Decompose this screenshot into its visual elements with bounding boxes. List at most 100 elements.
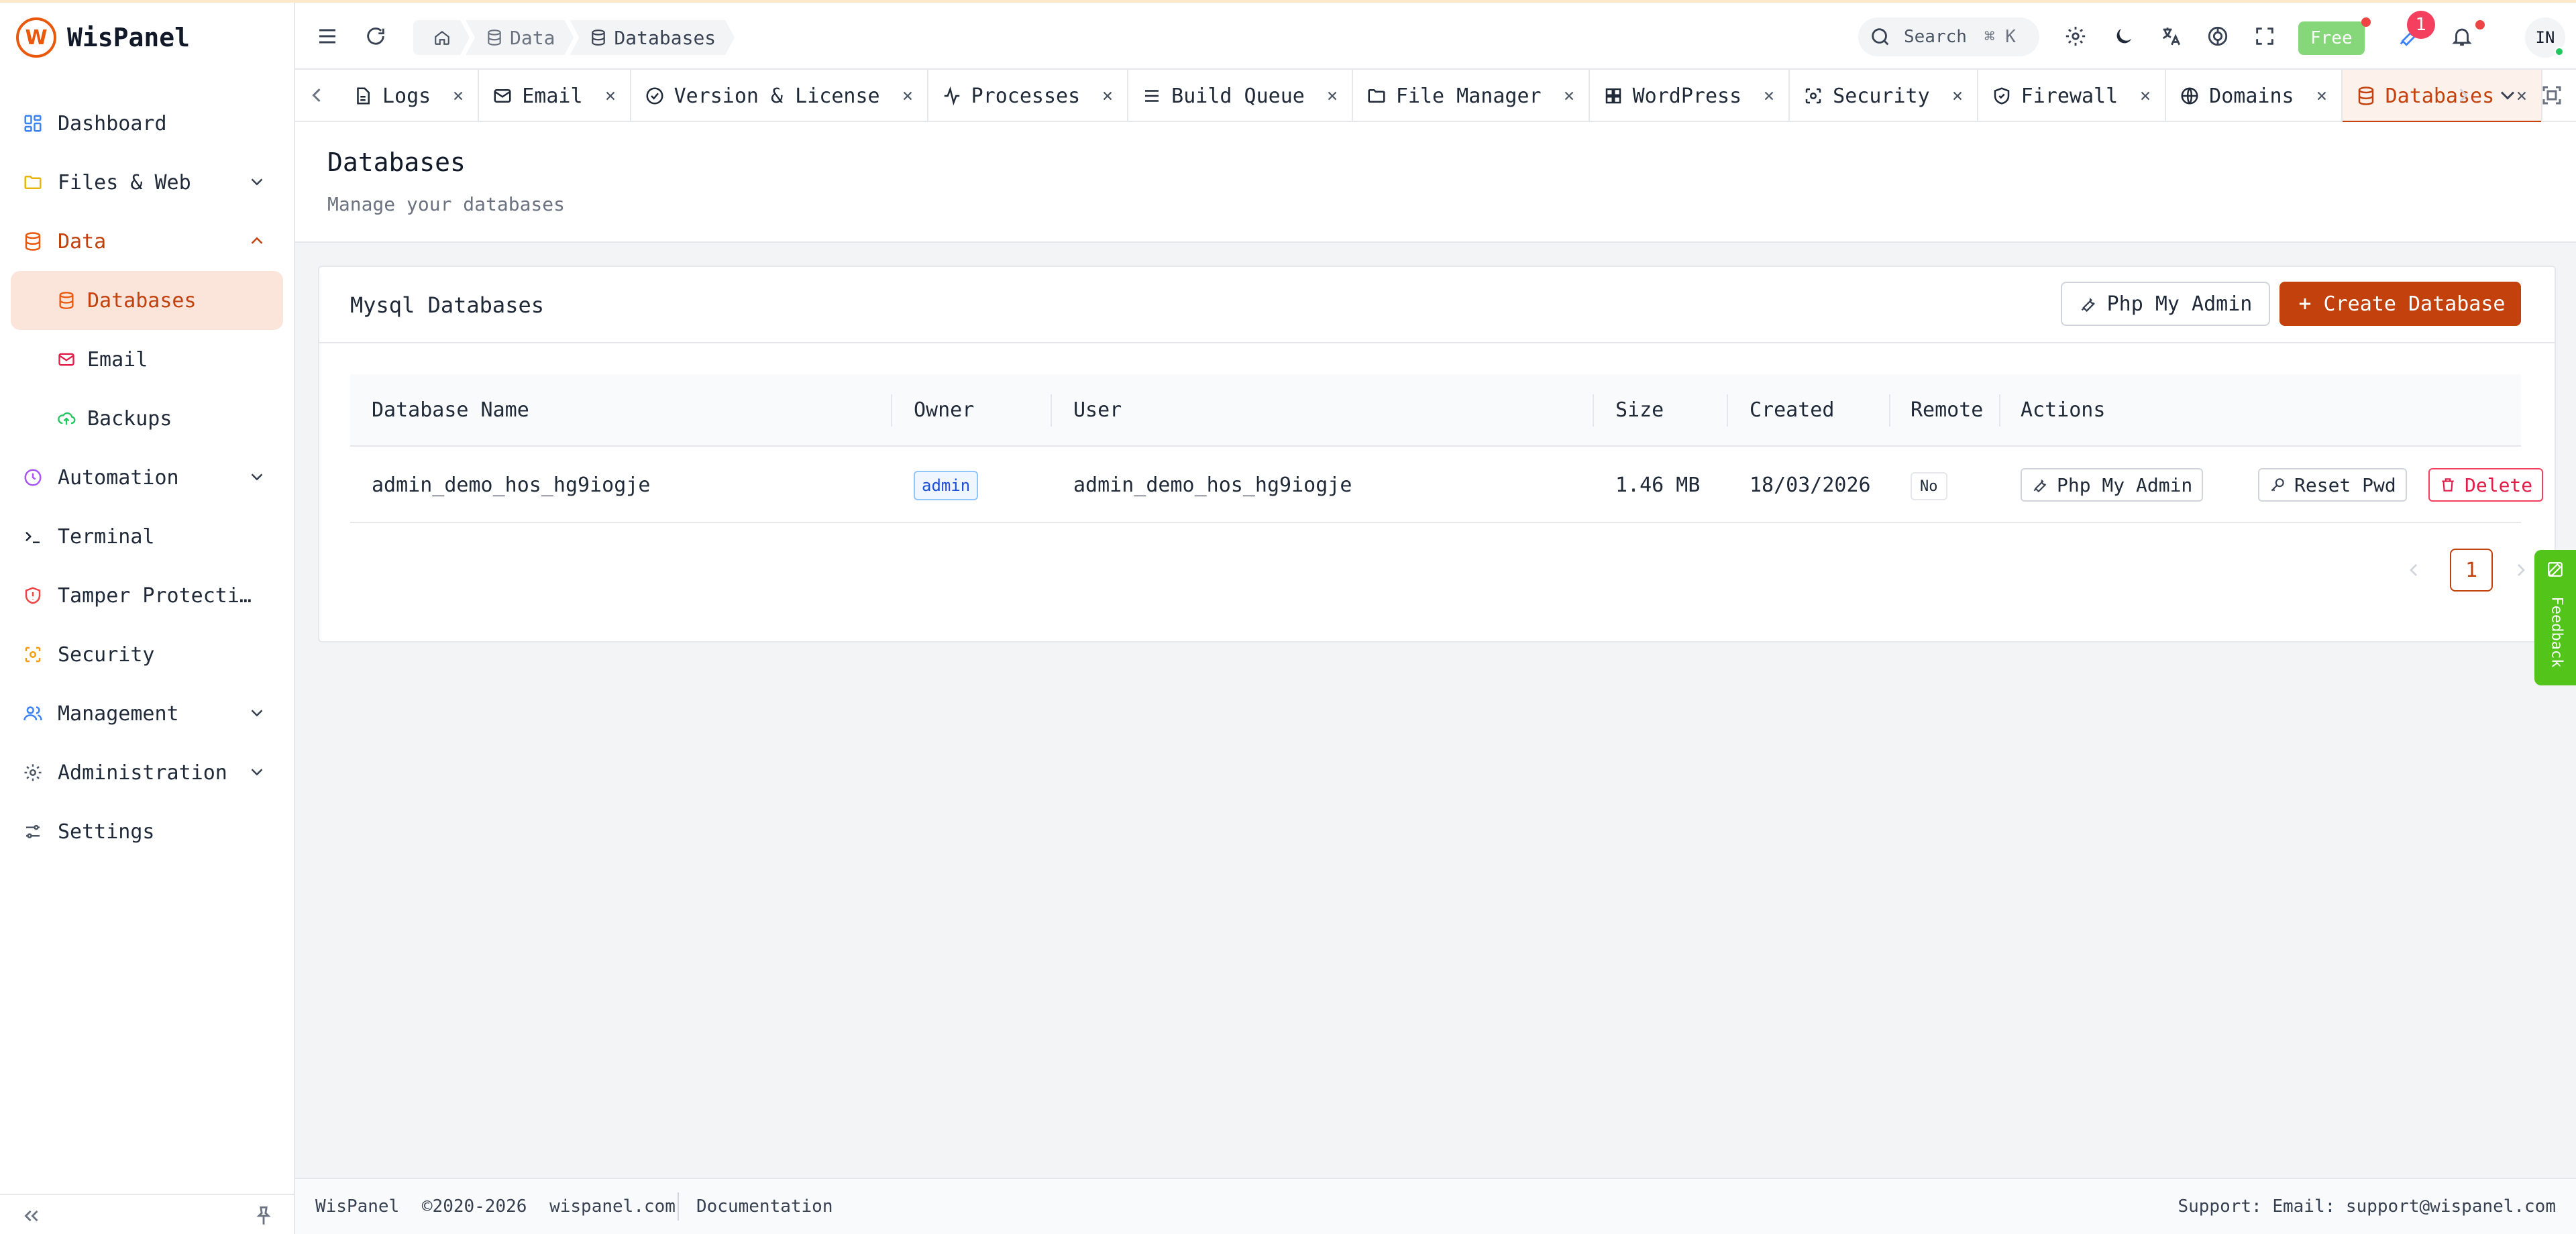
collapse-sidebar-icon[interactable] <box>20 1204 43 1227</box>
chevron-right-icon[interactable] <box>2510 559 2532 581</box>
column-header-user[interactable]: User <box>1073 398 1122 422</box>
close-icon[interactable] <box>1762 89 1776 103</box>
page-number-button[interactable]: 1 <box>2450 549 2493 592</box>
row-phpmyadmin-button[interactable]: Php My Admin <box>2021 468 2204 502</box>
sidebar-item-email[interactable]: Email <box>11 330 283 389</box>
avatar[interactable]: IN <box>2525 17 2565 58</box>
sidebar-item-label: Management <box>58 702 179 726</box>
column-header-created[interactable]: Created <box>1750 398 1834 422</box>
column-header-size[interactable]: Size <box>1615 398 1664 422</box>
close-icon[interactable] <box>1562 89 1576 103</box>
chevron-down-icon[interactable] <box>2496 83 2520 107</box>
sidebar-item-databases[interactable]: Databases <box>11 271 283 330</box>
footer-site-link[interactable]: wispanel.com <box>549 1196 676 1217</box>
close-icon[interactable] <box>1325 89 1340 103</box>
list-icon <box>1145 90 1159 102</box>
sidebar-item-automation[interactable]: Automation <box>11 448 283 507</box>
tab-label: WordPress <box>1632 84 1742 108</box>
column-header-owner[interactable]: Owner <box>914 398 974 422</box>
tab-firewall[interactable]: Firewall <box>1978 70 2167 122</box>
button-label: Php My Admin <box>2057 473 2193 496</box>
tab-label: File Manager <box>1395 84 1542 108</box>
tab-build-queue[interactable]: Build Queue <box>1128 70 1353 122</box>
button-label: Reset Pwd <box>2294 473 2396 496</box>
search-icon <box>1872 28 1889 46</box>
table-header: Database Name Owner User Size Created Re… <box>350 374 2521 447</box>
column-header-name[interactable]: Database Name <box>372 398 529 422</box>
documentation-link[interactable]: Documentation <box>678 1196 833 1217</box>
tab-label: Version & License <box>674 84 880 108</box>
footer-copyright: ©2020-2026 <box>421 1196 527 1217</box>
menu-toggle-button[interactable] <box>314 23 341 50</box>
refresh-icon <box>367 27 384 45</box>
settings-button[interactable] <box>2062 23 2089 50</box>
tab-processes[interactable]: Processes <box>928 70 1129 122</box>
delete-button[interactable]: Delete <box>2428 468 2544 502</box>
sidebar-item-label: Security <box>58 642 155 667</box>
chevron-left-icon[interactable] <box>2403 559 2424 581</box>
app-name: WisPanel <box>67 23 191 52</box>
mail-icon <box>55 348 78 371</box>
chevron-right-icon[interactable] <box>2451 83 2475 107</box>
breadcrumb-home[interactable] <box>413 20 470 55</box>
language-button[interactable] <box>2157 23 2184 50</box>
footer-brand: WisPanel <box>315 1196 400 1217</box>
folder-icon <box>1368 89 1385 103</box>
sidebar-item-label: Data <box>58 229 107 254</box>
breadcrumb-databases[interactable]: Databases <box>570 20 735 55</box>
tab-version-license[interactable]: Version & License <box>631 70 928 122</box>
appearance-button[interactable] <box>2204 23 2231 50</box>
sidebar-item-settings[interactable]: Settings <box>11 802 283 861</box>
sidebar-item-dashboard[interactable]: Dashboard <box>11 94 283 153</box>
sidebar-nav: Dashboard Files & Web Data Databases Ema… <box>11 94 283 861</box>
avatar-initials: IN <box>2535 28 2555 47</box>
fullscreen-icon <box>2256 27 2273 45</box>
breadcrumb-data[interactable]: Data <box>466 20 574 55</box>
dashboard-icon <box>21 112 44 135</box>
sidebar-item-tamper-protection[interactable]: Tamper Protecti… <box>11 566 283 625</box>
sidebar-item-files-web[interactable]: Files & Web <box>11 153 283 212</box>
search-button[interactable]: Search ⌘ K <box>1858 17 2039 56</box>
notifications-button[interactable] <box>2449 23 2475 50</box>
sidebar-item-administration[interactable]: Administration <box>11 743 283 802</box>
sidebar-item-security[interactable]: Security <box>11 625 283 684</box>
refresh-button[interactable] <box>362 23 389 50</box>
sidebar-item-management[interactable]: Management <box>11 684 283 743</box>
tab-wordpress[interactable]: WordPress <box>1590 70 1790 122</box>
gear-icon <box>21 761 44 784</box>
create-database-button[interactable]: Create Database <box>2279 282 2521 326</box>
theme-toggle-button[interactable] <box>2110 23 2137 50</box>
tab-logs[interactable]: Logs <box>339 70 480 122</box>
sidebar-item-backups[interactable]: Backups <box>11 389 283 448</box>
tab-security[interactable]: Security <box>1790 70 1978 122</box>
fullscreen-button[interactable] <box>2251 23 2278 50</box>
sidebar-item-data[interactable]: Data <box>11 212 283 271</box>
tab-file-manager[interactable]: File Manager <box>1353 70 1590 122</box>
close-icon[interactable] <box>2314 89 2329 103</box>
palette-icon <box>2208 26 2228 46</box>
support-contact[interactable]: Support: Email: support@wispanel.com <box>2178 1196 2556 1217</box>
close-icon[interactable] <box>2138 89 2153 103</box>
close-icon[interactable] <box>1950 89 1965 103</box>
feedback-tab[interactable]: Feedback <box>2534 550 2576 685</box>
column-header-remote[interactable]: Remote <box>1911 398 1983 422</box>
close-icon[interactable] <box>1100 89 1115 103</box>
phpmyadmin-button[interactable]: Php My Admin <box>2061 282 2270 326</box>
column-divider <box>1999 394 2000 427</box>
app-logo[interactable]: W WisPanel <box>16 17 190 58</box>
chevron-left-icon[interactable] <box>305 83 329 107</box>
close-icon[interactable] <box>603 89 618 103</box>
sidebar-item-terminal[interactable]: Terminal <box>11 507 283 566</box>
sidebar-item-label: Tamper Protecti… <box>58 583 252 608</box>
database-icon <box>590 29 607 46</box>
focus-mode-icon[interactable] <box>2540 83 2564 107</box>
plan-badge[interactable]: Free <box>2298 21 2365 55</box>
trash-icon <box>2442 478 2454 492</box>
close-icon[interactable] <box>900 89 915 103</box>
tab-email[interactable]: Email <box>479 70 631 122</box>
close-icon[interactable] <box>451 89 466 103</box>
chevron-down-icon <box>251 710 263 717</box>
pin-icon[interactable] <box>252 1204 275 1227</box>
reset-password-button[interactable]: Reset Pwd <box>2258 468 2407 502</box>
tab-domains[interactable]: Domains <box>2166 70 2343 122</box>
